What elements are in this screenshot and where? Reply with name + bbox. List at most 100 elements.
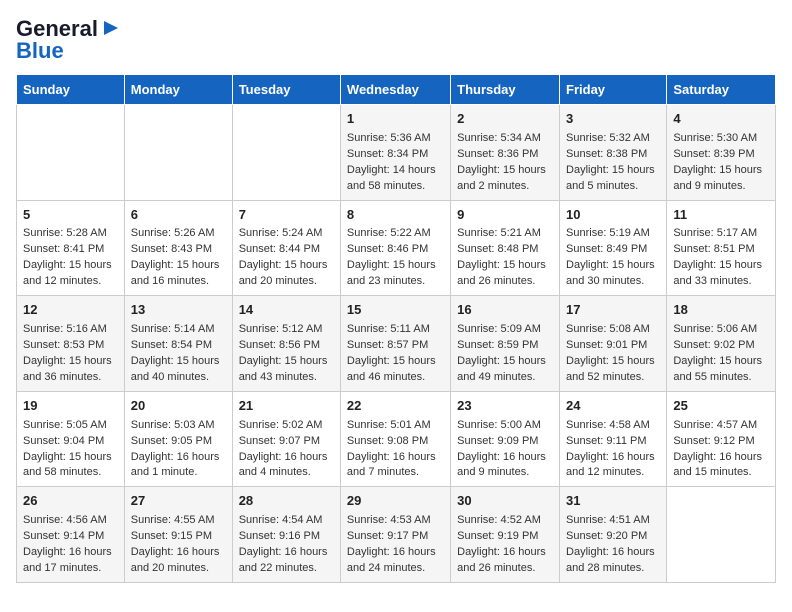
day-number: 14 [239,301,334,320]
day-number: 25 [673,397,769,416]
day-number: 29 [347,492,444,511]
day-number: 7 [239,206,334,225]
day-info: Sunrise: 5:21 AMSunset: 8:48 PMDaylight:… [457,226,553,290]
calendar-week-row: 1Sunrise: 5:36 AMSunset: 8:34 PMDaylight… [17,105,776,201]
calendar-cell: 2 Sunrise: 5:34 AMSunset: 8:36 PMDaylight… [451,105,560,201]
day-number: 11 [673,206,769,225]
day-info: Sunrise: 4:56 AMSunset: 9:14 PMDaylight:… [23,513,118,577]
calendar-cell: 20Sunrise: 5:03 AMSunset: 9:05 PMDayligh… [124,391,232,487]
day-number: 18 [673,301,769,320]
day-number: 10 [566,206,660,225]
calendar-cell: 6Sunrise: 5:26 AMSunset: 8:43 PMDaylight… [124,200,232,296]
day-number: 1 [347,110,444,129]
calendar-week-row: 26 Sunrise: 4:56 AMSunset: 9:14 PMDayligh… [17,487,776,583]
calendar-cell: 25 Sunrise: 4:57 AMSunset: 9:12 PMDayligh… [667,391,776,487]
day-info: Sunrise: 5:24 AMSunset: 8:44 PMDaylight:… [239,226,334,290]
day-info: Sunrise: 5:09 AMSunset: 8:59 PMDaylight:… [457,322,553,386]
day-info: Sunrise: 5:26 AMSunset: 8:43 PMDaylight:… [131,226,226,290]
day-info: Sunrise: 5:00 AMSunset: 9:09 PMDaylight:… [457,418,553,482]
day-info: Sunrise: 5:28 AMSunset: 8:41 PMDaylight:… [23,226,118,290]
day-number: 4 [673,110,769,129]
day-number: 31 [566,492,660,511]
calendar-cell: 11Sunrise: 5:17 AMSunset: 8:51 PMDayligh… [667,200,776,296]
day-info: Sunrise: 5:08 AMSunset: 9:01 PMDaylight:… [566,322,660,386]
calendar-cell: 30 Sunrise: 4:52 AMSunset: 9:19 PMDayligh… [451,487,560,583]
calendar-cell [667,487,776,583]
day-number: 5 [23,206,118,225]
calendar-cell: 17 Sunrise: 5:08 AMSunset: 9:01 PMDayligh… [560,296,667,392]
calendar-cell: 21 Sunrise: 5:02 AMSunset: 9:07 PMDayligh… [232,391,340,487]
weekday-header: Saturday [667,75,776,105]
calendar-cell: 14 Sunrise: 5:12 AMSunset: 8:56 PMDayligh… [232,296,340,392]
day-info: Sunrise: 4:51 AMSunset: 9:20 PMDaylight:… [566,513,660,577]
day-number: 2 [457,110,553,129]
day-number: 12 [23,301,118,320]
calendar-cell: 5Sunrise: 5:28 AMSunset: 8:41 PMDaylight… [17,200,125,296]
calendar-cell: 26 Sunrise: 4:56 AMSunset: 9:14 PMDayligh… [17,487,125,583]
calendar-cell: 12 Sunrise: 5:16 AMSunset: 8:53 PMDayligh… [17,296,125,392]
day-info: Sunrise: 5:32 AMSunset: 8:38 PMDaylight:… [566,131,660,195]
day-number: 15 [347,301,444,320]
day-number: 19 [23,397,118,416]
day-info: Sunrise: 5:19 AMSunset: 8:49 PMDaylight:… [566,226,660,290]
day-info: Sunrise: 4:52 AMSunset: 9:19 PMDaylight:… [457,513,553,577]
day-number: 9 [457,206,553,225]
day-number: 30 [457,492,553,511]
weekday-header: Wednesday [340,75,450,105]
day-info: Sunrise: 5:05 AMSunset: 9:04 PMDaylight:… [23,418,118,482]
calendar-cell [232,105,340,201]
day-number: 27 [131,492,226,511]
day-info: Sunrise: 5:14 AMSunset: 8:54 PMDaylight:… [131,322,226,386]
day-number: 28 [239,492,334,511]
day-info: Sunrise: 4:53 AMSunset: 9:17 PMDaylight:… [347,513,444,577]
day-number: 21 [239,397,334,416]
calendar-cell: 10Sunrise: 5:19 AMSunset: 8:49 PMDayligh… [560,200,667,296]
calendar-week-row: 5Sunrise: 5:28 AMSunset: 8:41 PMDaylight… [17,200,776,296]
calendar-week-row: 12 Sunrise: 5:16 AMSunset: 8:53 PMDayligh… [17,296,776,392]
day-info: Sunrise: 4:57 AMSunset: 9:12 PMDaylight:… [673,418,769,482]
calendar-cell: 23 Sunrise: 5:00 AMSunset: 9:09 PMDayligh… [451,391,560,487]
calendar-cell: 1Sunrise: 5:36 AMSunset: 8:34 PMDaylight… [340,105,450,201]
calendar-cell: 29 Sunrise: 4:53 AMSunset: 9:17 PMDayligh… [340,487,450,583]
day-number: 13 [131,301,226,320]
calendar-cell: 7Sunrise: 5:24 AMSunset: 8:44 PMDaylight… [232,200,340,296]
weekday-header: Friday [560,75,667,105]
day-number: 3 [566,110,660,129]
day-number: 22 [347,397,444,416]
day-info: Sunrise: 5:06 AMSunset: 9:02 PMDaylight:… [673,322,769,386]
calendar-cell: 28 Sunrise: 4:54 AMSunset: 9:16 PMDayligh… [232,487,340,583]
day-number: 16 [457,301,553,320]
calendar-cell: 16 Sunrise: 5:09 AMSunset: 8:59 PMDayligh… [451,296,560,392]
calendar-cell: 18 Sunrise: 5:06 AMSunset: 9:02 PMDayligh… [667,296,776,392]
calendar-cell: 24Sunrise: 4:58 AMSunset: 9:11 PMDayligh… [560,391,667,487]
day-number: 8 [347,206,444,225]
calendar-cell: 13 Sunrise: 5:14 AMSunset: 8:54 PMDayligh… [124,296,232,392]
day-info: Sunrise: 5:12 AMSunset: 8:56 PMDaylight:… [239,322,334,386]
day-info: Sunrise: 4:54 AMSunset: 9:16 PMDaylight:… [239,513,334,577]
day-info: Sunrise: 5:22 AMSunset: 8:46 PMDaylight:… [347,226,444,290]
calendar-header-row: SundayMondayTuesdayWednesdayThursdayFrid… [17,75,776,105]
day-info: Sunrise: 5:16 AMSunset: 8:53 PMDaylight:… [23,322,118,386]
page-header: General Blue [16,16,776,64]
calendar-cell [17,105,125,201]
weekday-header: Monday [124,75,232,105]
logo-arrow-icon [100,17,122,39]
day-number: 26 [23,492,118,511]
day-info: Sunrise: 5:34 AMSunset: 8:36 PMDaylight:… [457,131,553,195]
day-number: 23 [457,397,553,416]
day-info: Sunrise: 5:17 AMSunset: 8:51 PMDaylight:… [673,226,769,290]
logo: General Blue [16,16,122,64]
calendar-cell: 8Sunrise: 5:22 AMSunset: 8:46 PMDaylight… [340,200,450,296]
calendar-cell: 4Sunrise: 5:30 AMSunset: 8:39 PMDaylight… [667,105,776,201]
calendar-cell: 19 Sunrise: 5:05 AMSunset: 9:04 PMDayligh… [17,391,125,487]
calendar-cell: 31 Sunrise: 4:51 AMSunset: 9:20 PMDayligh… [560,487,667,583]
calendar-cell: 9Sunrise: 5:21 AMSunset: 8:48 PMDaylight… [451,200,560,296]
day-info: Sunrise: 5:02 AMSunset: 9:07 PMDaylight:… [239,418,334,482]
calendar-cell: 22Sunrise: 5:01 AMSunset: 9:08 PMDayligh… [340,391,450,487]
calendar-table: SundayMondayTuesdayWednesdayThursdayFrid… [16,74,776,583]
calendar-cell: 15Sunrise: 5:11 AMSunset: 8:57 PMDayligh… [340,296,450,392]
day-number: 17 [566,301,660,320]
calendar-cell: 3 Sunrise: 5:32 AMSunset: 8:38 PMDaylight… [560,105,667,201]
day-number: 20 [131,397,226,416]
calendar-week-row: 19 Sunrise: 5:05 AMSunset: 9:04 PMDayligh… [17,391,776,487]
